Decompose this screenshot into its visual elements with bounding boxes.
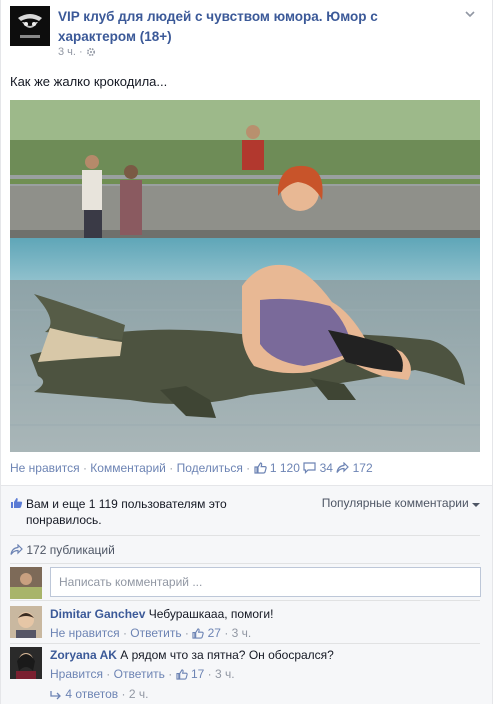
comment-likes[interactable]: 27 (192, 626, 224, 640)
post-header: VIP клуб для людей с чувством юмора. Юмо… (10, 6, 480, 62)
comment-author-link[interactable]: Zoryana AK (50, 648, 117, 662)
share-button[interactable]: Поделиться (177, 461, 243, 475)
divider (10, 563, 480, 564)
comment-sort-dropdown[interactable]: Популярные комментарии (322, 496, 480, 512)
thumbs-up-icon (176, 668, 188, 684)
reply-arrow-icon (50, 689, 62, 703)
comment-button[interactable]: Комментарий (90, 461, 166, 475)
likes-summary-text[interactable]: Вам и еще 1 119 пользователям это понрав… (26, 496, 276, 528)
comment-meta: Нравится · Ответить · 17 · 3 ч. (50, 666, 480, 684)
comment-like-toggle[interactable]: Не нравится (50, 626, 120, 640)
comment-time[interactable]: 3 ч. (232, 626, 252, 640)
post-time[interactable]: 3 ч. (58, 46, 76, 58)
feedback-area: Вам и еще 1 119 пользователям это понрав… (1, 485, 492, 704)
speech-bubble-icon (303, 462, 316, 477)
post-actions: Не нравится · Комментарий · Поделиться ·… (10, 461, 373, 477)
comment-likes[interactable]: 17 (176, 667, 208, 681)
commenter-avatar[interactable] (10, 647, 42, 679)
share-arrow-icon (10, 543, 23, 559)
thumbs-up-icon (192, 627, 204, 643)
comment-item: Zoryana AK А рядом что за пятна? Он обос… (10, 647, 480, 685)
post-card: VIP клуб для людей с чувством юмора. Юмо… (0, 0, 493, 704)
comment-like-toggle[interactable]: Нравится (50, 667, 103, 681)
divider (10, 535, 480, 536)
post-meta: 3 ч. · (58, 46, 96, 60)
likes-summary: Вам и еще 1 119 пользователям это понрав… (10, 496, 480, 530)
comment-body: Zoryana AK А рядом что за пятна? Он обос… (50, 647, 480, 684)
post-text: Как же жалко крокодила... (10, 74, 168, 89)
likes-count: 1 120 (269, 461, 300, 475)
replies-link[interactable]: 4 ответов · 2 ч. (50, 687, 350, 703)
divider (10, 600, 480, 601)
comment-composer: Написать комментарий ... (10, 567, 481, 599)
shares-summary-text: 172 публикаций (26, 543, 115, 557)
comment-likes-count: 17 (190, 667, 205, 681)
page-avatar[interactable] (10, 6, 50, 46)
replies-count: 4 ответов (65, 687, 119, 701)
gear-icon (86, 47, 96, 60)
comments-stat[interactable]: 34 (303, 461, 336, 475)
comment-reply-button[interactable]: Ответить (114, 667, 165, 681)
likes-stat[interactable]: 1 120 (253, 461, 304, 477)
comment-time[interactable]: 3 ч. (215, 667, 235, 681)
share-arrow-icon (336, 461, 350, 477)
comments-count: 34 (319, 461, 333, 475)
unlike-button[interactable]: Не нравится (10, 461, 80, 475)
comment-text: Чебурашкааа, помоги! (148, 607, 274, 621)
thumbs-up-icon (253, 462, 267, 477)
comment-meta: Не нравится · Ответить · 27 · 3 ч. (50, 625, 480, 643)
shares-summary[interactable]: 172 публикаций (10, 543, 480, 559)
comment-sort-label: Популярные комментарии (321, 496, 469, 510)
commenter-avatar[interactable] (10, 606, 42, 638)
chevron-down-icon (472, 498, 480, 512)
comment-item: Dimitar Ganchev Чебурашкааа, помоги! Не … (10, 606, 480, 644)
current-user-avatar (10, 567, 42, 599)
replies-time: 2 ч. (128, 687, 149, 701)
post-options-chevron-icon[interactable] (464, 8, 476, 20)
comment-author-link[interactable]: Dimitar Ganchev (50, 607, 145, 621)
comment-reply-button[interactable]: Ответить (130, 626, 181, 640)
post-photo[interactable] (10, 100, 480, 452)
divider (10, 643, 480, 644)
comment-input[interactable]: Написать комментарий ... (50, 567, 481, 597)
comment-likes-count: 27 (207, 626, 221, 640)
page-name-link[interactable]: VIP клуб для людей с чувством юмора. Юмо… (58, 7, 418, 47)
comment-body: Dimitar Ganchev Чебурашкааа, помоги! Не … (50, 606, 480, 643)
shares-stat[interactable]: 172 (336, 461, 373, 477)
comment-text: А рядом что за пятна? Он обосрался? (120, 648, 334, 662)
thumbs-up-icon (10, 497, 23, 512)
shares-count: 172 (352, 461, 373, 475)
